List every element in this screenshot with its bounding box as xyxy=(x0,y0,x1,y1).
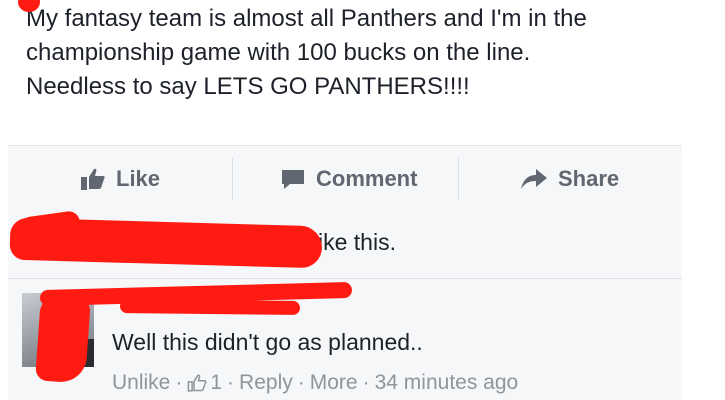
comment-timestamp[interactable]: 34 minutes ago xyxy=(375,371,519,395)
likes-summary-text: ike this. xyxy=(318,229,396,255)
more-link[interactable]: More xyxy=(310,371,358,395)
comment-text: Well this didn't go as planned.. xyxy=(112,329,423,355)
post-line-1: My fantasy team is almost all Panthers a… xyxy=(26,5,587,32)
spacer xyxy=(0,110,725,145)
post-line-2: championship game with 100 bucks on the … xyxy=(26,39,531,66)
separator: · xyxy=(175,371,183,394)
share-button[interactable]: Share xyxy=(520,146,619,212)
comment-actions: Unlike · 1 · Reply · More · 34 minutes a… xyxy=(112,371,518,395)
small-thumbs-up-icon xyxy=(187,374,207,392)
comment-bubble-icon xyxy=(282,170,304,189)
post-text: My fantasy team is almost all Panthers a… xyxy=(26,2,706,104)
unlike-link[interactable]: Unlike xyxy=(112,371,170,395)
comment-label: Comment xyxy=(316,166,418,191)
share-arrow-icon xyxy=(521,169,547,189)
separator: · xyxy=(362,371,370,394)
divider xyxy=(232,158,233,200)
redaction-mark xyxy=(35,294,91,384)
like-label: Like xyxy=(116,166,161,191)
action-bar: Like Comment Share xyxy=(8,145,682,213)
like-button[interactable]: Like xyxy=(80,146,160,212)
share-label: Share xyxy=(558,166,620,191)
post-line-3: Needless to say LETS GO PANTHERS!!!! xyxy=(26,73,470,100)
separator: · xyxy=(297,371,305,394)
comment-button[interactable]: Comment xyxy=(280,146,417,212)
comment-like-count[interactable]: 1 xyxy=(210,371,222,395)
redaction-mark xyxy=(119,299,301,315)
reply-link[interactable]: Reply xyxy=(239,371,293,395)
separator: · xyxy=(227,371,235,394)
divider xyxy=(458,158,459,200)
thumbs-up-icon xyxy=(81,168,105,190)
